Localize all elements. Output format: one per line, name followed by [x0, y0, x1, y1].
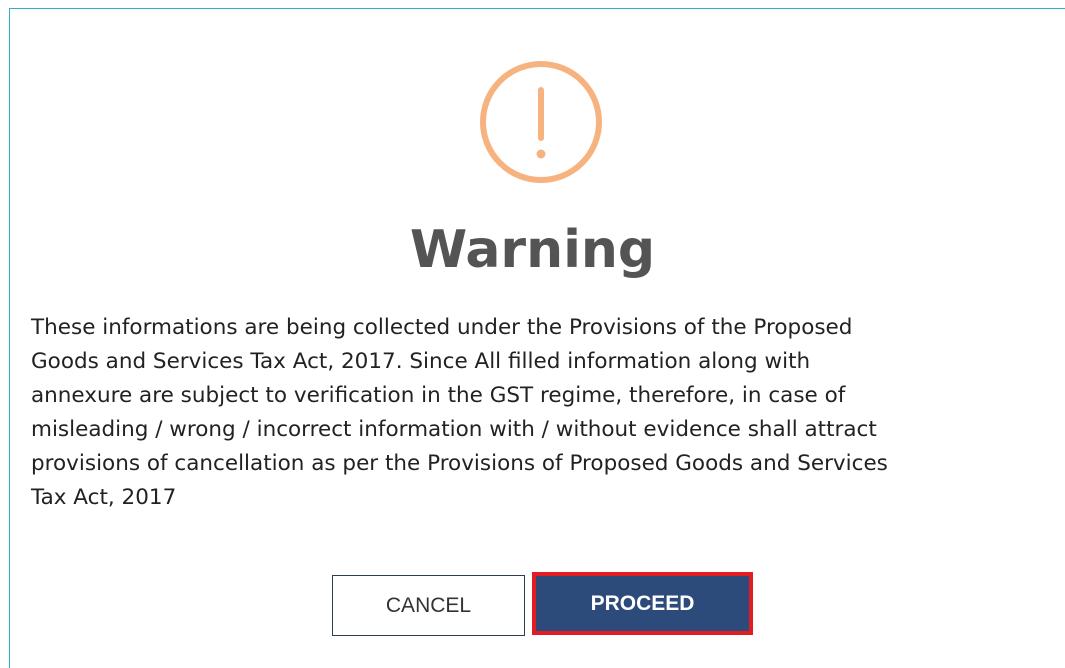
exclamation-circle-icon — [480, 61, 602, 183]
dialog-message: These informations are being collected u… — [31, 315, 888, 510]
dialog-title: Warning — [409, 220, 656, 280]
cancel-button[interactable]: CANCEL — [332, 575, 525, 636]
proceed-button[interactable]: PROCEED — [532, 572, 753, 635]
